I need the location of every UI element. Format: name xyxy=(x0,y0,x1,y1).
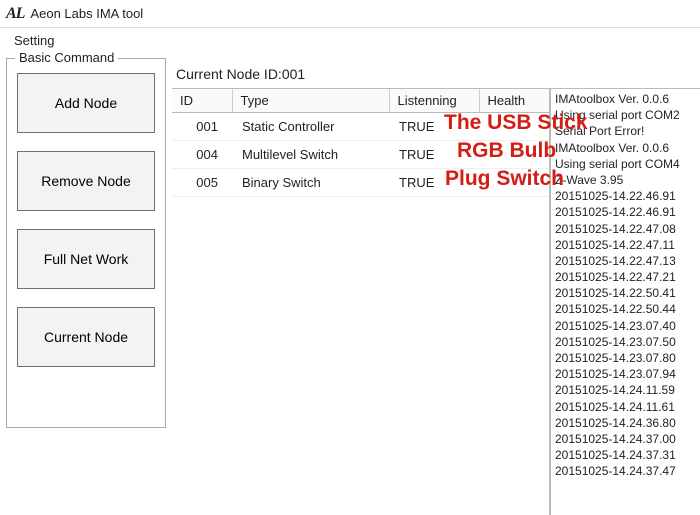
log-line: 20151025-14.23.07.94 xyxy=(555,366,700,382)
log-line: 20151025-14.22.50.44 xyxy=(555,301,700,317)
log-line: 20151025-14.24.11.59 xyxy=(555,382,700,398)
cell-id: 001 xyxy=(172,113,232,141)
basic-command-group: Basic Command Add Node Remove Node Full … xyxy=(6,58,166,428)
log-line: 20151025-14.23.07.80 xyxy=(555,350,700,366)
log-line: 20151025-14.24.37.31 xyxy=(555,447,700,463)
menubar: Setting xyxy=(0,28,700,52)
log-line: Using serial port COM4 xyxy=(555,156,700,172)
log-line: IMAtoolbox Ver. 0.0.6 xyxy=(555,140,700,156)
content-area: Basic Command Add Node Remove Node Full … xyxy=(0,52,700,515)
log-line: 20151025-14.23.07.40 xyxy=(555,318,700,334)
log-panel[interactable]: IMAtoolbox Ver. 0.0.6 Using serial port … xyxy=(550,89,700,515)
cell-health xyxy=(479,169,549,197)
cell-listening: TRUE xyxy=(389,113,479,141)
node-table[interactable]: ID Type Listenning Health 001 Static Con… xyxy=(172,89,549,197)
log-line: 20151025-14.22.47.08 xyxy=(555,221,700,237)
col-type[interactable]: Type xyxy=(232,89,389,113)
log-line: 20151025-14.22.47.11 xyxy=(555,237,700,253)
table-row[interactable]: 001 Static Controller TRUE xyxy=(172,113,549,141)
log-line: Serial Port Error! xyxy=(555,123,700,139)
log-line: 20151025-14.22.47.21 xyxy=(555,269,700,285)
node-table-wrap: ID Type Listenning Health 001 Static Con… xyxy=(172,89,550,515)
cell-type: Binary Switch xyxy=(232,169,389,197)
log-line: 20151025-14.23.07.50 xyxy=(555,334,700,350)
current-node-label: Current Node ID:001 xyxy=(176,66,700,82)
app-title: Aeon Labs IMA tool xyxy=(30,6,143,21)
log-line: IMAtoolbox Ver. 0.0.6 xyxy=(555,91,700,107)
log-line: Z-Wave 3.95 xyxy=(555,172,700,188)
cell-listening: TRUE xyxy=(389,141,479,169)
right-pane: Current Node ID:001 ID Type Listenning H… xyxy=(172,52,700,515)
col-health[interactable]: Health xyxy=(479,89,549,113)
log-line: 20151025-14.22.50.41 xyxy=(555,285,700,301)
log-line: 20151025-14.22.46.91 xyxy=(555,204,700,220)
log-line: Using serial port COM2 xyxy=(555,107,700,123)
full-net-work-button[interactable]: Full Net Work xyxy=(17,229,155,289)
cell-listening: TRUE xyxy=(389,169,479,197)
table-row[interactable]: 004 Multilevel Switch TRUE xyxy=(172,141,549,169)
cell-type: Static Controller xyxy=(232,113,389,141)
cell-health xyxy=(479,113,549,141)
current-node-button[interactable]: Current Node xyxy=(17,307,155,367)
row2: ID Type Listenning Health 001 Static Con… xyxy=(172,88,700,515)
app-logo: AL xyxy=(6,5,24,23)
log-line: 20151025-14.24.37.00 xyxy=(555,431,700,447)
log-line: 20151025-14.22.46.91 xyxy=(555,188,700,204)
menu-setting[interactable]: Setting xyxy=(6,31,62,50)
log-line: 20151025-14.24.36.80 xyxy=(555,415,700,431)
table-row[interactable]: 005 Binary Switch TRUE xyxy=(172,169,549,197)
cell-type: Multilevel Switch xyxy=(232,141,389,169)
log-line: 20151025-14.22.47.13 xyxy=(555,253,700,269)
log-line: 20151025-14.24.37.47 xyxy=(555,463,700,479)
remove-node-button[interactable]: Remove Node xyxy=(17,151,155,211)
cell-health xyxy=(479,141,549,169)
cell-id: 005 xyxy=(172,169,232,197)
group-legend: Basic Command xyxy=(15,50,118,65)
titlebar: AL Aeon Labs IMA tool xyxy=(0,0,700,28)
add-node-button[interactable]: Add Node xyxy=(17,73,155,133)
col-id[interactable]: ID xyxy=(172,89,232,113)
col-listening[interactable]: Listenning xyxy=(389,89,479,113)
log-line: 20151025-14.24.11.61 xyxy=(555,399,700,415)
cell-id: 004 xyxy=(172,141,232,169)
